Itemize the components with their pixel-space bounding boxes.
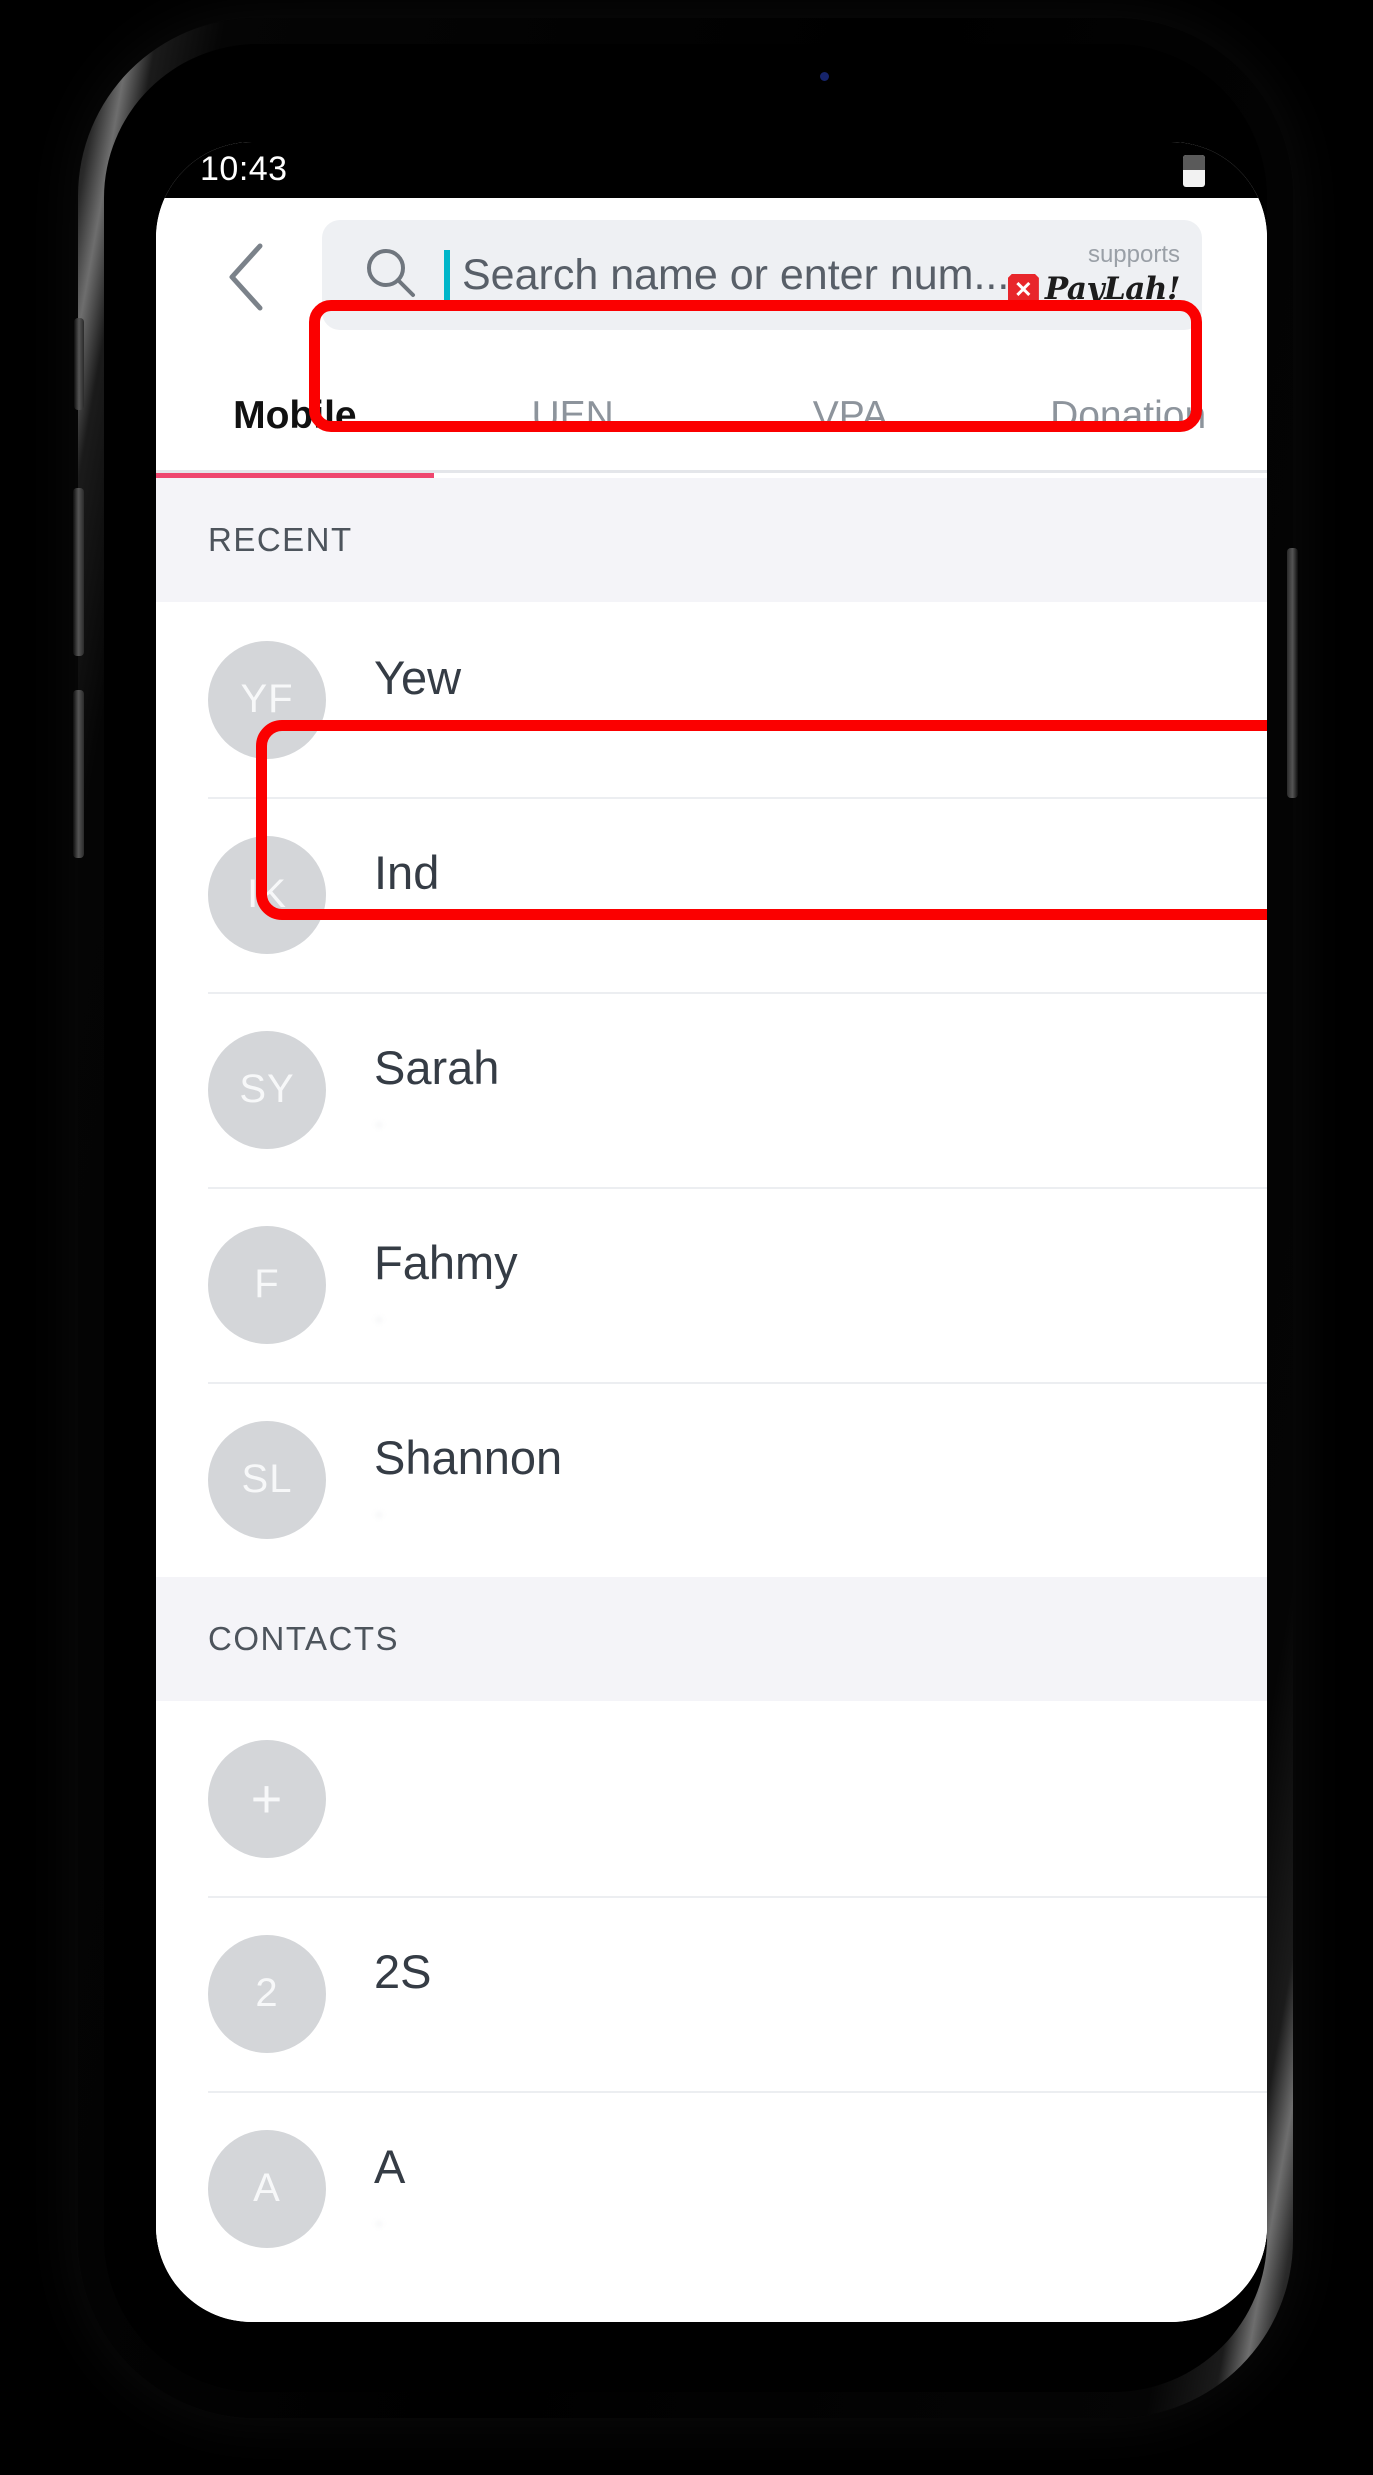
tab-label: VPA: [812, 394, 888, 437]
contact-row-text: [374, 1751, 1267, 1847]
avatar: SY: [208, 1030, 326, 1149]
tab-label: Donation: [1050, 394, 1207, 437]
contact-row-text: Ind: [374, 845, 1267, 943]
contact-row[interactable]: SY Sarah ·: [156, 992, 1267, 1187]
phone-device-frame: 10:43 Search name or enter num... suppor…: [73, 18, 1298, 2418]
tab-mobile[interactable]: Mobile: [156, 354, 434, 478]
phone-notch: [470, 44, 901, 106]
phone-bezel: 10:43 Search name or enter num... suppor…: [104, 44, 1267, 2392]
contact-row[interactable]: F Fahmy ·: [156, 1187, 1267, 1382]
avatar: IK: [208, 835, 326, 954]
avatar: A: [208, 2129, 326, 2248]
contact-phone-number: [374, 1816, 1267, 1846]
section-header-contacts: CONTACTS: [156, 1577, 1267, 1701]
status-bar-clock: 10:43: [200, 150, 288, 188]
contact-name: 2S: [374, 1944, 432, 1998]
tab-vpa[interactable]: VPA: [712, 354, 990, 478]
chevron-left-icon: [222, 240, 268, 314]
contact-phone-number: [374, 717, 1267, 747]
tab-bar-divider: [156, 470, 1267, 473]
contact-phone-number: [374, 912, 1267, 942]
contact-name: A: [374, 2139, 406, 2193]
status-bar: 10:43: [156, 142, 1267, 198]
contact-row-text: 2S: [374, 1944, 1267, 2042]
back-button[interactable]: [208, 240, 282, 314]
contact-phone-number: ·: [374, 1107, 384, 1141]
app-bar: Search name or enter num... supports ✕ P…: [156, 198, 1267, 354]
power-button[interactable]: [1287, 548, 1298, 798]
phone-screen: 10:43 Search name or enter num... suppor…: [156, 142, 1267, 2322]
avatar: YF: [208, 640, 326, 759]
add-contact-row[interactable]: +: [156, 1701, 1267, 1896]
add-contact-icon: +: [208, 1739, 326, 1858]
tab-uen[interactable]: UEN: [434, 354, 712, 478]
volume-up-button[interactable]: [73, 488, 84, 656]
contact-row[interactable]: 2 2S: [156, 1896, 1267, 2091]
tab-label: Mobile: [233, 394, 357, 437]
contact-phone-number: ·: [374, 2206, 384, 2240]
search-icon: [362, 244, 420, 307]
contact-name: Fahmy: [374, 1235, 518, 1289]
contact-row[interactable]: IK Ind: [156, 797, 1267, 992]
search-text-caret: [444, 250, 450, 300]
contact-row-text: Fahmy ·: [374, 1235, 1267, 1336]
supports-paylah-badge: supports ✕ PayLah!: [1007, 241, 1181, 307]
contact-row-text: Sarah ·: [374, 1040, 1267, 1141]
battery-icon: [1183, 155, 1205, 187]
contact-row[interactable]: A A ·: [156, 2091, 1267, 2286]
contact-name: Sarah: [374, 1040, 500, 1094]
avatar: 2: [208, 1934, 326, 2053]
tab-bar: Mobile UEN VPA Donation: [156, 354, 1267, 478]
contact-row-text: Yew: [374, 650, 1267, 748]
section-header-recent: RECENT: [156, 478, 1267, 602]
contact-name: Yew: [374, 650, 462, 704]
contact-phone-number: ·: [374, 1302, 384, 1336]
mute-switch-button[interactable]: [74, 318, 84, 410]
volume-down-button[interactable]: [73, 690, 84, 858]
contact-name: [374, 1751, 1267, 1803]
contact-name: Ind: [374, 845, 440, 899]
avatar: SL: [208, 1420, 326, 1539]
paylah-x-icon: ✕: [1007, 273, 1039, 305]
avatar: F: [208, 1225, 326, 1344]
search-field[interactable]: Search name or enter num... supports ✕ P…: [322, 220, 1202, 330]
contact-list[interactable]: RECENT YF Yew IK Ind SY Sarah · F Fahmy · SL Shannon…: [156, 478, 1267, 2322]
front-camera-icon: [819, 72, 829, 81]
contact-name: Shannon: [374, 1430, 563, 1484]
contact-row[interactable]: YF Yew: [156, 602, 1267, 797]
contact-row-text: A ·: [374, 2139, 1267, 2240]
tab-label: UEN: [531, 394, 614, 437]
paylah-wordmark: PayLah!: [1044, 271, 1181, 307]
battery-fill: [1183, 155, 1205, 171]
tab-donation[interactable]: Donation: [989, 354, 1267, 478]
supports-label: supports: [1087, 241, 1180, 268]
contact-row[interactable]: SL Shannon ·: [156, 1382, 1267, 1577]
contact-phone-number: [374, 2011, 1267, 2041]
contact-row-text: Shannon ·: [374, 1430, 1267, 1531]
search-input-placeholder[interactable]: Search name or enter num...: [462, 251, 1008, 300]
contact-phone-number: ·: [374, 1497, 384, 1531]
